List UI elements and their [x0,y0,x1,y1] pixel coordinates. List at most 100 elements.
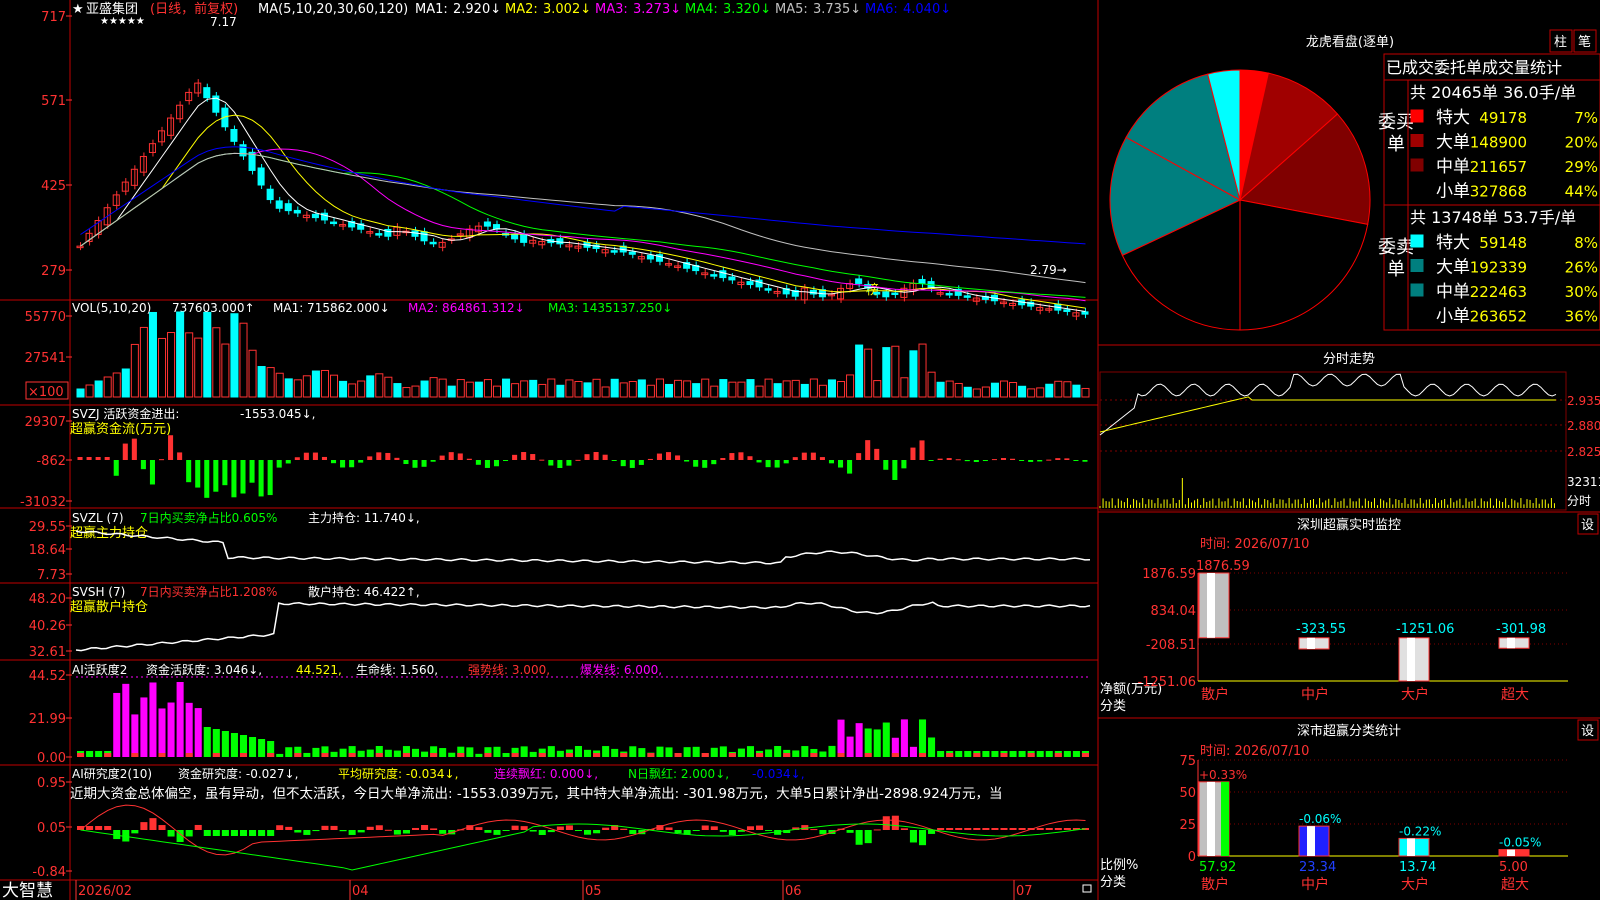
activity-bar [131,714,139,757]
candle[interactable] [746,281,754,286]
candle[interactable] [873,291,881,295]
candle[interactable] [330,221,338,225]
sz-monitor-panel: 深圳超赢实时监控 设 时间: 2026/07/10 净额(万元) 分类 1876… [1100,513,1599,714]
candle[interactable] [891,292,899,296]
vol-unit[interactable]: ×100 [28,385,64,400]
candle[interactable] [710,274,718,277]
activity-bar [819,751,827,757]
candle[interactable] [311,213,319,219]
volume-bar [746,379,755,398]
activity-bar [918,719,927,757]
activity-base [158,753,166,757]
flow-bar [530,454,536,460]
flow-bar [349,460,355,468]
ai-res-comment: 近期大资金总体偏空，虽有异动，但不太活跃，今日大单净流出: -1553.039万… [70,786,1002,802]
candle[interactable] [293,209,301,214]
bar-mode-label[interactable]: 柱 [1554,35,1567,50]
volume-bar [728,381,737,398]
volume-bar [1036,387,1045,398]
svzj-bars [77,435,1088,498]
brand-logo[interactable]: 大智慧 [2,881,53,900]
candle[interactable] [339,224,347,227]
stock-name[interactable]: 亚盛集团 [86,1,138,17]
candle[interactable] [429,241,437,245]
candle[interactable] [610,250,618,253]
candle[interactable] [764,288,772,291]
candle[interactable] [266,188,274,201]
candle[interactable] [728,276,736,281]
flow-bar [539,459,545,461]
activity-bar [393,750,401,757]
lhb-pie [1109,69,1371,331]
research-bar [846,830,854,833]
research-bar [520,826,528,830]
candle[interactable] [855,278,863,284]
volume-bar [719,379,728,398]
bar-category: 散户 [1201,876,1229,893]
candle[interactable] [176,104,184,120]
ma4-value: 3.320↓ [723,2,771,17]
flow-bar [774,460,780,468]
candle[interactable] [556,238,564,245]
fenshi-price-line [1099,373,1557,436]
research-bar [1045,828,1053,830]
volume-bars [76,311,1090,398]
candle[interactable] [963,295,971,298]
ai-act-v1: 资金活跃度: 3.046↓, [146,662,262,677]
research-bar [212,830,220,836]
candle[interactable] [1081,311,1089,315]
legend-swatch [1410,283,1424,297]
research-bar [955,828,963,830]
flow-bar [186,460,192,483]
candle[interactable] [194,82,202,94]
candle[interactable] [483,221,491,227]
activity-bar [421,751,429,757]
candle[interactable] [511,233,519,240]
candle[interactable] [275,200,283,209]
volume-bar [239,322,248,398]
candle[interactable] [284,203,292,212]
research-bar [203,830,211,836]
candle[interactable] [130,168,138,186]
candle[interactable] [420,231,428,242]
svsh-header: SVSH (7) 7日内买卖净占比1.208% 散户持仓: 46.422↑, 超… [70,584,420,615]
buy-row-label: 中单 [1436,157,1470,177]
activity-bar [520,746,528,757]
candle[interactable] [492,224,501,230]
sz-stats-ylabel: 比例% [1100,858,1138,873]
candle[interactable] [520,233,528,243]
volume-bar [710,385,719,398]
candle[interactable] [230,129,238,142]
settings-icon[interactable]: 设 [1581,518,1594,533]
vol-ma3: MA3: 1435137.250↓ [548,301,672,315]
sell-side2: 单 [1387,259,1405,280]
settings-icon[interactable]: 设 [1581,724,1594,739]
flow-bar [1028,460,1034,462]
candle[interactable] [628,251,636,255]
candle[interactable] [945,292,953,296]
flow-bar [847,460,853,474]
volume-bar [266,367,275,398]
buy-row-pct: 20% [1565,134,1598,152]
legend-swatch [1410,259,1424,272]
candle[interactable] [1063,309,1071,312]
flow-bar [475,460,481,465]
activity-base [484,753,492,757]
candle[interactable] [203,87,211,99]
price-candles[interactable] [76,79,1089,321]
flow-bar [95,457,101,460]
fenshi-title: 分时走势 [1323,351,1375,367]
lock-icon[interactable] [1082,884,1092,893]
candle[interactable] [918,279,926,284]
axis-tick: -31032 [20,495,66,510]
ai-act-v5: 爆发线: 6.000, [580,662,662,677]
research-bar [475,827,483,830]
candle[interactable] [882,291,890,298]
tick-mode-label[interactable]: 笔 [1578,34,1591,50]
candle[interactable] [438,241,446,248]
candle[interactable] [375,233,383,236]
candle[interactable] [257,167,265,186]
activity-base [864,753,872,757]
activity-bar [339,748,347,757]
candle[interactable] [646,254,654,260]
